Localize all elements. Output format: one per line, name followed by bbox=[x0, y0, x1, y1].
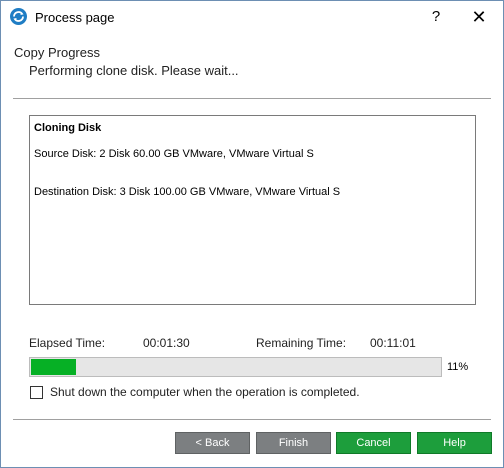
elapsed-time-label: Elapsed Time: bbox=[29, 336, 106, 350]
progress-bar-fill bbox=[31, 359, 76, 375]
help-button[interactable]: Help bbox=[417, 432, 492, 454]
app-logo-icon bbox=[10, 8, 27, 25]
title-bar: Process page ? ✕ bbox=[1, 1, 503, 33]
dialog-content: Copy Progress Performing clone disk. Ple… bbox=[2, 33, 502, 467]
finish-button[interactable]: Finish bbox=[256, 432, 331, 454]
help-icon[interactable]: ? bbox=[419, 1, 453, 33]
progress-bar bbox=[29, 357, 442, 377]
bottom-divider bbox=[13, 419, 491, 420]
log-heading: Cloning Disk bbox=[34, 122, 102, 134]
page-title: Copy Progress bbox=[14, 45, 100, 60]
destination-disk-text: Destination Disk: 3 Disk 100.00 GB VMwar… bbox=[34, 186, 341, 198]
back-button[interactable]: < Back bbox=[175, 432, 250, 454]
remaining-time-value: 00:11:01 bbox=[370, 336, 416, 350]
process-page-window: Process page ? ✕ Copy Progress Performin… bbox=[0, 0, 504, 468]
operation-log-panel[interactable]: Cloning Disk Source Disk: 2 Disk 60.00 G… bbox=[29, 115, 476, 305]
shutdown-checkbox[interactable] bbox=[30, 386, 43, 399]
cancel-button[interactable]: Cancel bbox=[336, 432, 411, 454]
window-title: Process page bbox=[35, 10, 115, 25]
remaining-time-label: Remaining Time: bbox=[256, 336, 347, 350]
elapsed-time-value: 00:01:30 bbox=[143, 336, 190, 350]
shutdown-checkbox-label[interactable]: Shut down the computer when the operatio… bbox=[50, 385, 360, 399]
close-icon[interactable]: ✕ bbox=[457, 1, 501, 33]
page-subtitle: Performing clone disk. Please wait... bbox=[29, 63, 239, 78]
source-disk-text: Source Disk: 2 Disk 60.00 GB VMware, VMw… bbox=[34, 148, 314, 160]
top-divider bbox=[13, 98, 491, 99]
progress-percent: 11% bbox=[447, 361, 469, 373]
